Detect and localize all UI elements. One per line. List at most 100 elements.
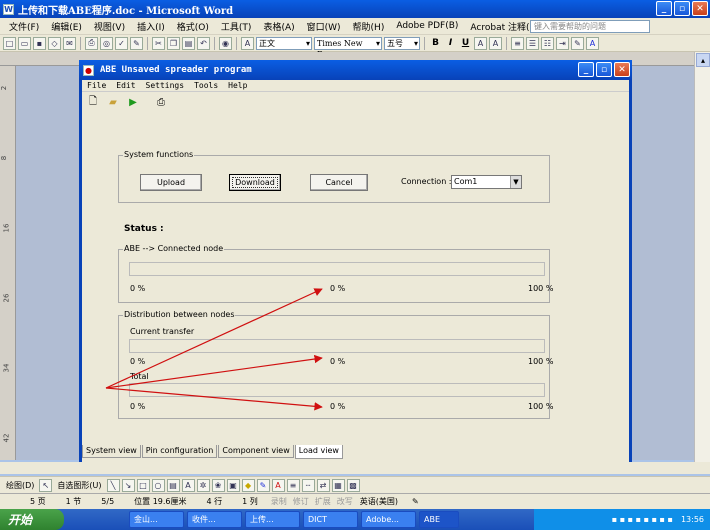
arrow-icon[interactable]: ↘ (121, 478, 135, 492)
print-icon[interactable]: ⎙ (154, 95, 168, 109)
font-size-select[interactable]: 五号 (384, 36, 420, 50)
help-search-input[interactable]: 键入需要帮助的问题 (530, 20, 650, 33)
copy-icon[interactable]: ❐ (167, 36, 180, 50)
font-select[interactable]: Times New Roman (314, 36, 382, 59)
tab-pin-configuration[interactable]: Pin configuration (141, 445, 218, 458)
line-style-icon[interactable]: ≡ (286, 478, 300, 492)
numbering-icon[interactable]: ☰ (526, 36, 539, 50)
permission-icon[interactable]: ◇ (48, 36, 61, 50)
char-border-icon[interactable]: A (474, 36, 487, 50)
print-preview-icon[interactable]: ◎ (100, 36, 113, 50)
vertical-scrollbar[interactable]: ▴ (694, 52, 710, 462)
connection-select[interactable]: Com1 ▼ (451, 175, 522, 189)
abe-menu-settings[interactable]: Settings (141, 81, 190, 90)
email-icon[interactable]: ✉ (63, 36, 76, 50)
select-objects-icon[interactable]: ↖ (39, 478, 53, 492)
abe-app-icon[interactable]: ● (83, 64, 94, 76)
highlight-icon[interactable]: ✎ (571, 36, 584, 50)
abe-menu-edit[interactable]: Edit (111, 81, 140, 90)
word-app-icon[interactable]: W (3, 3, 14, 15)
menu-insert[interactable]: 插入(I) (131, 20, 171, 33)
indent-icon[interactable]: ⇥ (556, 36, 569, 50)
diagram-icon[interactable]: ✲ (196, 478, 210, 492)
menu-edit[interactable]: 编辑(E) (45, 20, 88, 33)
abe-menu-tools[interactable]: Tools (189, 81, 223, 90)
open-icon[interactable]: ▭ (18, 36, 31, 50)
bullets-icon[interactable]: ☷ (541, 36, 554, 50)
cut-icon[interactable]: ✂ (152, 36, 165, 50)
abe-minimize-button[interactable]: _ (578, 62, 594, 77)
run-icon[interactable]: ▶ (126, 95, 140, 109)
taskbar-item-kingsoft[interactable]: 金山... (129, 511, 184, 528)
new-file-icon[interactable]: 🗋 (86, 95, 100, 109)
taskbar-item-word[interactable]: 上传... (245, 511, 300, 528)
start-button[interactable]: 开始 (0, 509, 64, 530)
hyperlink-icon[interactable]: ◉ (219, 36, 232, 50)
clipart-icon[interactable]: ❀ (211, 478, 225, 492)
font-color-icon[interactable]: A (586, 36, 599, 50)
menu-adobe-pdf[interactable]: Adobe PDF(B) (390, 21, 464, 31)
tab-component-view[interactable]: Component view (218, 445, 294, 458)
fill-color-icon[interactable]: ◆ (241, 478, 255, 492)
vertical-ruler[interactable]: 2 8 16 26 34 42 (0, 66, 16, 460)
spelling-icon[interactable]: ✓ (115, 36, 128, 50)
open-folder-icon[interactable]: ▰ (106, 95, 120, 109)
status-ext[interactable]: 扩展 (312, 496, 334, 507)
maximize-button[interactable]: ▫ (674, 1, 690, 16)
research-icon[interactable]: ✎ (130, 36, 143, 50)
italic-button[interactable]: I (444, 38, 457, 48)
menu-table[interactable]: 表格(A) (257, 20, 300, 33)
font-color-draw-icon[interactable]: A (271, 478, 285, 492)
style-select[interactable]: 正文 (256, 36, 312, 50)
chevron-down-icon[interactable]: ▼ (510, 176, 521, 188)
abe-close-button[interactable]: ✕ (614, 62, 630, 77)
autoshapes-menu[interactable]: 自选图形(U) (54, 480, 104, 491)
dash-style-icon[interactable]: ┄ (301, 478, 315, 492)
picture-icon[interactable]: ▣ (226, 478, 240, 492)
taskbar-item-abe[interactable]: ABE (419, 511, 459, 528)
new-doc-icon[interactable]: □ (3, 36, 16, 50)
arrow-style-icon[interactable]: ⇄ (316, 478, 330, 492)
oval-icon[interactable]: ○ (151, 478, 165, 492)
paste-icon[interactable]: ▤ (182, 36, 195, 50)
status-trk[interactable]: 修订 (290, 496, 312, 507)
shadow-icon[interactable]: ▦ (331, 478, 345, 492)
menu-window[interactable]: 窗口(W) (301, 20, 347, 33)
taskbar-item-inbox[interactable]: 收件... (187, 511, 242, 528)
status-ovr[interactable]: 改写 (334, 496, 356, 507)
tray-icons[interactable]: ▪ ▪ ▪ ▪ ▪ ▪ ▪ ▪ (612, 515, 673, 524)
save-icon[interactable]: ▪ (33, 36, 46, 50)
menu-file[interactable]: 文件(F) (3, 20, 45, 33)
line-icon[interactable]: ╲ (106, 478, 120, 492)
minimize-button[interactable]: _ (656, 1, 672, 16)
taskbar-item-adobe[interactable]: Adobe... (361, 511, 416, 528)
abe-menu-file[interactable]: File (82, 81, 111, 90)
wordart-icon[interactable]: A (181, 478, 195, 492)
draw-menu[interactable]: 绘图(D) (3, 480, 37, 491)
download-button[interactable]: Download (229, 174, 281, 191)
print-icon[interactable]: ⎙ (85, 36, 98, 50)
cancel-button[interactable]: Cancel (310, 174, 368, 191)
rectangle-icon[interactable]: □ (136, 478, 150, 492)
tab-system-view[interactable]: System view (82, 445, 141, 458)
abe-maximize-button[interactable]: ▫ (596, 62, 612, 77)
status-rec[interactable]: 录制 (268, 496, 290, 507)
menu-tools[interactable]: 工具(T) (215, 20, 258, 33)
bold-button[interactable]: B (429, 38, 442, 48)
spelling-status-icon[interactable]: ✎ (402, 497, 429, 506)
menu-format[interactable]: 格式(O) (171, 20, 215, 33)
justify-icon[interactable]: ≡ (511, 36, 524, 50)
scroll-up-icon[interactable]: ▴ (696, 53, 710, 67)
tab-load-view[interactable]: Load view (294, 445, 343, 459)
underline-button[interactable]: U (459, 38, 472, 48)
menu-view[interactable]: 视图(V) (88, 20, 131, 33)
taskbar-item-dict[interactable]: DICT (303, 511, 358, 528)
undo-icon[interactable]: ↶ (197, 36, 210, 50)
char-shading-icon[interactable]: A (489, 36, 502, 50)
close-button[interactable]: ✕ (692, 1, 708, 16)
3d-icon[interactable]: ▩ (346, 478, 360, 492)
styles-pane-icon[interactable]: A (241, 36, 254, 50)
menu-help[interactable]: 帮助(H) (347, 20, 391, 33)
line-color-icon[interactable]: ✎ (256, 478, 270, 492)
textbox-icon[interactable]: ▤ (166, 478, 180, 492)
